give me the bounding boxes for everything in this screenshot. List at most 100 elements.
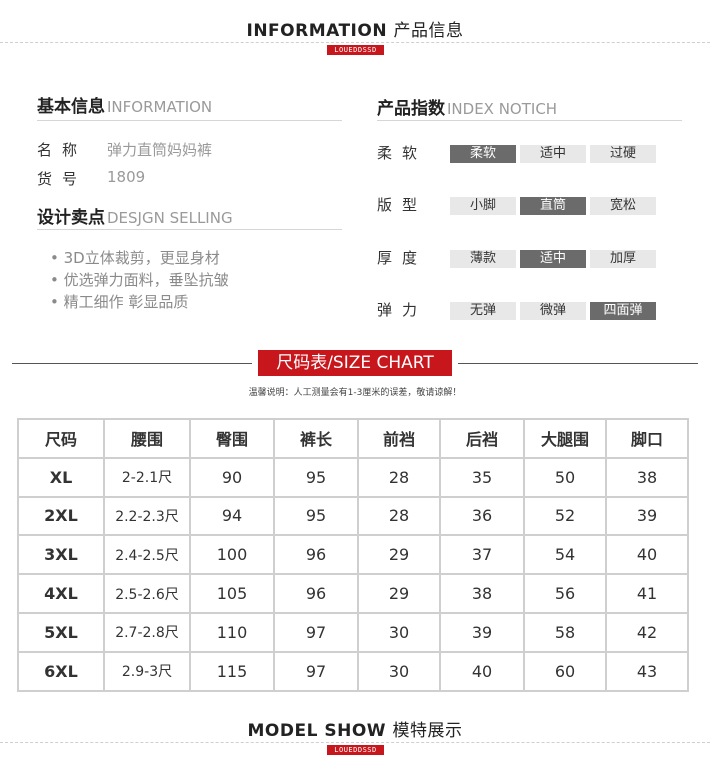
measurement-cell: 56 <box>523 573 607 614</box>
product-name-value: 弹力直筒妈妈裤 <box>107 141 213 159</box>
measurement-cell: 39 <box>439 611 525 653</box>
dashed-divider <box>0 42 710 43</box>
measurement-cell: 95 <box>273 456 359 498</box>
index-option: 过硬 <box>590 145 656 163</box>
measurement-cell: 28 <box>357 495 441 537</box>
index-label: 厚度 <box>377 249 428 267</box>
measurement-cell: 40 <box>605 534 689 576</box>
measurement-cell: 35 <box>439 456 525 498</box>
size-chart-header-cell: 脚口 <box>605 418 689 459</box>
table-row: 2XL 2.2-2.3尺 94 95 28 36 52 39 <box>17 495 689 537</box>
table-row: XL 2-2.1尺 90 95 28 35 50 38 <box>17 456 689 498</box>
measurement-cell: 38 <box>605 456 689 498</box>
design-selling-heading-en: DESJGN SELLING <box>107 209 233 227</box>
table-row: 5XL 2.7-2.8尺 110 97 30 39 58 42 <box>17 611 689 653</box>
index-label: 版型 <box>377 196 428 214</box>
measurement-cell: 37 <box>439 534 525 576</box>
measurement-cell: 42 <box>605 611 689 653</box>
basic-info-heading: 基本信息 INFORMATION <box>37 92 212 117</box>
size-chart-badge: 尺码表/SIZE CHART <box>258 350 452 376</box>
measurement-cell: 54 <box>523 534 607 576</box>
product-index-underline <box>377 120 682 121</box>
index-label: 弹力 <box>377 301 428 319</box>
measurement-cell: 2.4-2.5尺 <box>103 534 191 576</box>
brand-tag: LOUEDDSSD <box>327 745 384 755</box>
design-selling-heading: 设计卖点 DESJGN SELLING <box>37 203 233 228</box>
size-cell: 4XL <box>17 573 105 614</box>
table-row: 6XL 2.9-3尺 115 97 30 40 60 43 <box>17 650 689 692</box>
selling-point: • 精工细作 彰显品质 <box>50 293 189 311</box>
dashed-divider <box>0 742 710 743</box>
size-chart-header-cell: 前裆 <box>357 418 441 459</box>
size-chart-header-cell: 尺码 <box>17 418 105 459</box>
index-label: 柔软 <box>377 144 428 162</box>
measurement-cell: 2.2-2.3尺 <box>103 495 191 537</box>
index-option: 微弹 <box>520 302 586 320</box>
size-chart-table: 尺码 腰围 臀围 裤长 前裆 后裆 大腿围 脚口 XL 2-2.1尺 90 95 28 35 50 38 2X… <box>17 418 689 692</box>
size-chart-header-cell: 腰围 <box>103 418 191 459</box>
measurement-cell: 2-2.1尺 <box>103 456 191 498</box>
measurement-cell: 28 <box>357 456 441 498</box>
item-number-label: 货号 <box>37 170 88 188</box>
size-cell: 3XL <box>17 534 105 576</box>
measurement-cell: 90 <box>189 456 275 498</box>
measurement-cell: 38 <box>439 573 525 614</box>
measurement-cell: 29 <box>357 534 441 576</box>
product-name-label: 名称 <box>37 141 88 159</box>
measurement-cell: 2.5-2.6尺 <box>103 573 191 614</box>
design-selling-underline <box>37 229 342 230</box>
measurement-cell: 58 <box>523 611 607 653</box>
index-option: 适中 <box>520 145 586 163</box>
information-title-cn: 产品信息 <box>393 21 464 41</box>
brand-tag: LOUEDDSSD <box>327 45 384 55</box>
index-option-selected: 适中 <box>520 250 586 268</box>
table-row: 4XL 2.5-2.6尺 105 96 29 38 56 41 <box>17 573 689 614</box>
measurement-cell: 50 <box>523 456 607 498</box>
size-chart-header-cell: 裤长 <box>273 418 359 459</box>
information-title-en: INFORMATION <box>246 21 388 41</box>
index-option: 小脚 <box>450 197 516 215</box>
size-chart-header-cell: 臀围 <box>189 418 275 459</box>
measurement-cell: 30 <box>357 611 441 653</box>
index-option-selected: 四面弹 <box>590 302 656 320</box>
item-number-value: 1809 <box>107 168 146 186</box>
measurement-cell: 52 <box>523 495 607 537</box>
product-index-heading-cn: 产品指数 <box>377 99 445 119</box>
design-selling-heading-cn: 设计卖点 <box>37 208 105 228</box>
basic-info-heading-en: INFORMATION <box>107 98 213 116</box>
measurement-cell: 94 <box>189 495 275 537</box>
size-cell: 2XL <box>17 495 105 537</box>
measurement-cell: 41 <box>605 573 689 614</box>
size-cell: 6XL <box>17 650 105 692</box>
basic-info-heading-cn: 基本信息 <box>37 97 105 117</box>
size-chart-header-cell: 后裆 <box>439 418 525 459</box>
product-index-heading-en: INDEX NOTICH <box>447 100 558 118</box>
measurement-cell: 97 <box>273 650 359 692</box>
measurement-cell: 105 <box>189 573 275 614</box>
measurement-note: 温馨说明：人工测量会有1-3厘米的误差，敬请谅解！ <box>248 388 462 398</box>
measurement-cell: 43 <box>605 650 689 692</box>
size-cell: XL <box>17 456 105 498</box>
size-chart-line-left <box>12 363 252 364</box>
index-option-selected: 柔软 <box>450 145 516 163</box>
size-cell: 5XL <box>17 611 105 653</box>
information-title: INFORMATION 产品信息 <box>0 16 710 41</box>
measurement-cell: 30 <box>357 650 441 692</box>
model-show-title-en: MODEL SHOW <box>247 721 387 741</box>
table-row: 3XL 2.4-2.5尺 100 96 29 37 54 40 <box>17 534 689 576</box>
selling-point: • 3D立体裁剪，更显身材 <box>50 249 220 267</box>
measurement-cell: 29 <box>357 573 441 614</box>
measurement-cell: 36 <box>439 495 525 537</box>
measurement-cell: 95 <box>273 495 359 537</box>
measurement-cell: 96 <box>273 573 359 614</box>
size-chart-header-cell: 大腿围 <box>523 418 607 459</box>
index-option: 宽松 <box>590 197 656 215</box>
size-chart-line-right <box>458 363 698 364</box>
measurement-cell: 96 <box>273 534 359 576</box>
selling-point: • 优选弹力面料，垂坠抗皱 <box>50 271 229 289</box>
measurement-cell: 110 <box>189 611 275 653</box>
measurement-cell: 100 <box>189 534 275 576</box>
model-show-title-cn: 模特展示 <box>392 721 463 741</box>
model-show-title: MODEL SHOW 模特展示 <box>0 716 710 741</box>
measurement-cell: 60 <box>523 650 607 692</box>
